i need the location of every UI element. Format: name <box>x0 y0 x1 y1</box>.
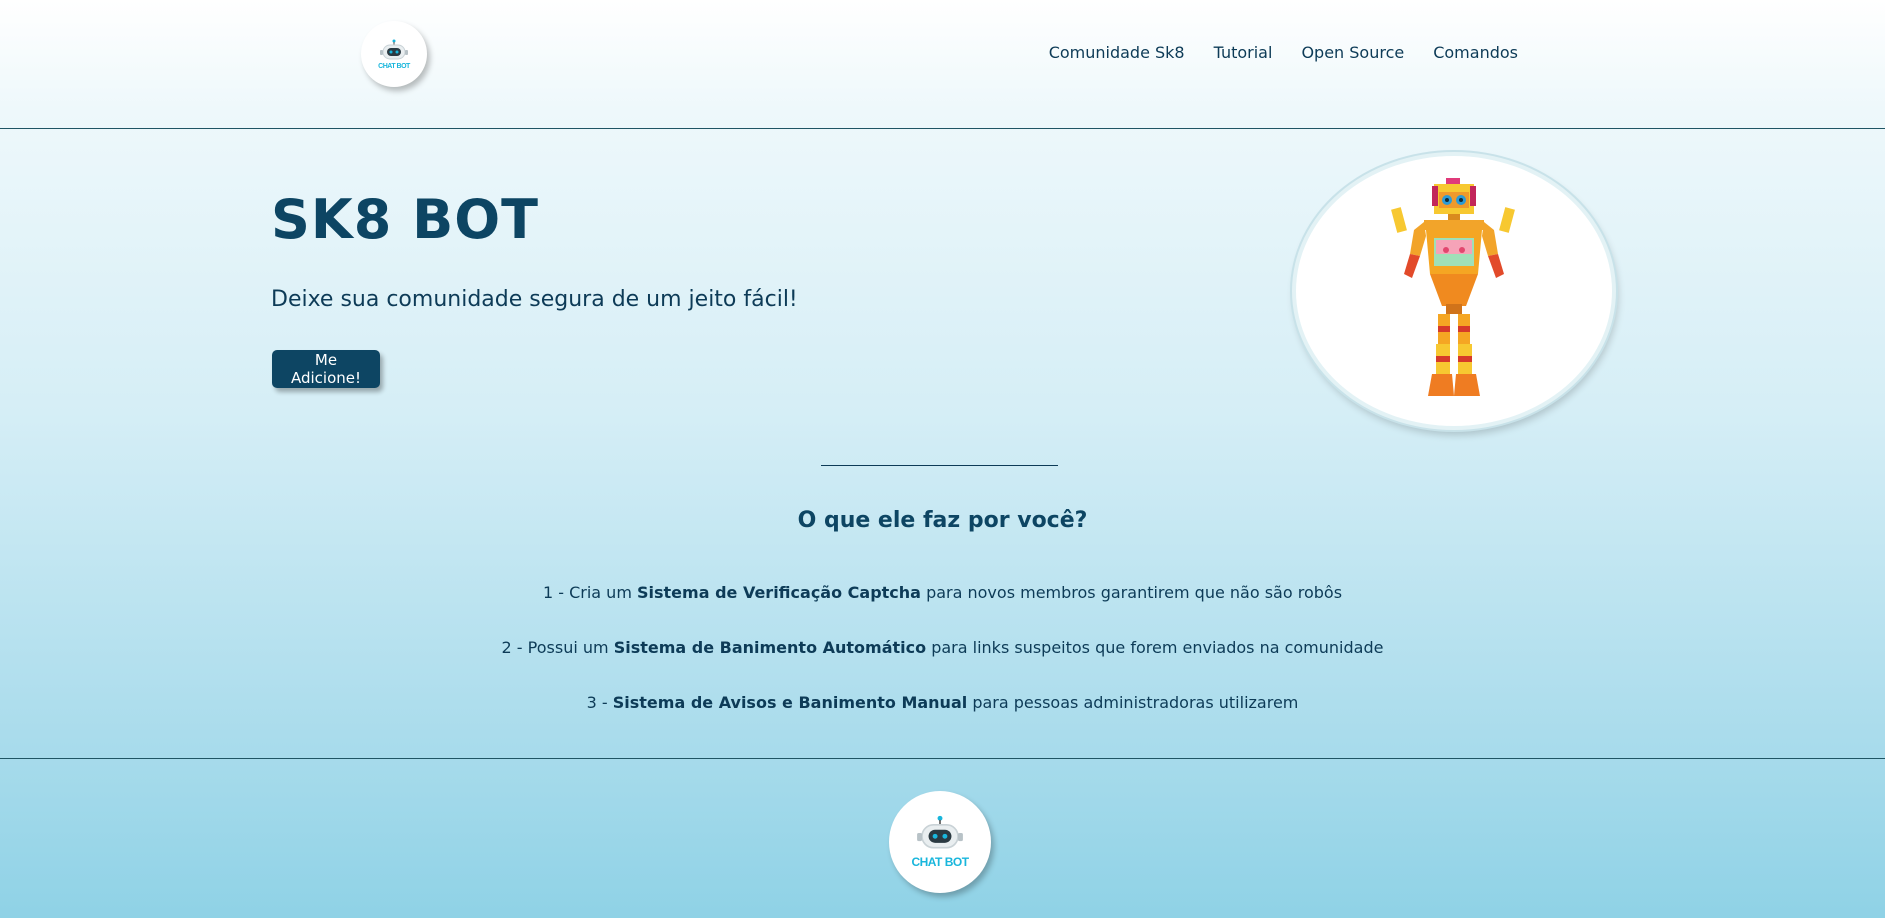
feature-prefix: 2 - Possui um <box>501 638 614 657</box>
main-nav: Comunidade Sk8 Tutorial Open Source Coma… <box>1049 43 1518 62</box>
feature-item: 3 - Sistema de Avisos e Banimento Manual… <box>0 693 1885 712</box>
robot-head-icon <box>380 39 408 59</box>
feature-highlight: Sistema de Verificação Captcha <box>637 583 921 602</box>
nav-open-source[interactable]: Open Source <box>1301 43 1404 62</box>
hero-subtitle: Deixe sua comunidade segura de um jeito … <box>271 287 798 312</box>
feature-prefix: 1 - Cria um <box>542 583 637 602</box>
site-header: CHAT BOT Comunidade Sk8 Tutorial Open So… <box>0 0 1885 129</box>
features-title: O que ele faz por você? <box>797 508 1088 533</box>
footer-logo-text: CHAT BOT <box>911 855 969 869</box>
footer-chat-bot-logo[interactable]: CHAT BOT <box>889 791 991 893</box>
nav-comandos[interactable]: Comandos <box>1433 43 1518 62</box>
nav-comunidade-sk8[interactable]: Comunidade Sk8 <box>1049 43 1185 62</box>
section-divider <box>821 465 1058 466</box>
feature-suffix: para novos membros garantirem que não sã… <box>920 583 1343 602</box>
feature-highlight: Sistema de Avisos e Banimento Manual <box>612 693 968 712</box>
nav-tutorial[interactable]: Tutorial <box>1214 43 1273 62</box>
add-bot-button[interactable]: Me Adicione! <box>272 350 380 388</box>
feature-suffix: para links suspeitos que forem enviados … <box>926 638 1384 657</box>
robot-head-icon <box>917 815 963 849</box>
feature-item: 2 - Possui um Sistema de Banimento Autom… <box>0 638 1885 657</box>
feature-prefix: 3 - <box>586 693 613 712</box>
feature-suffix: para pessoas administradoras utilizarem <box>967 693 1299 712</box>
feature-highlight: Sistema de Banimento Automático <box>613 638 927 657</box>
logo-text: CHAT BOT <box>378 62 410 70</box>
page-title: SK8 BOT <box>271 188 540 251</box>
chat-bot-logo[interactable]: CHAT BOT <box>361 21 427 87</box>
feature-item: 1 - Cria um Sistema de Verificação Captc… <box>0 583 1885 602</box>
robot-illustration-frame <box>1292 152 1616 430</box>
robot-illustration <box>1391 178 1515 396</box>
footer-divider <box>0 758 1885 759</box>
